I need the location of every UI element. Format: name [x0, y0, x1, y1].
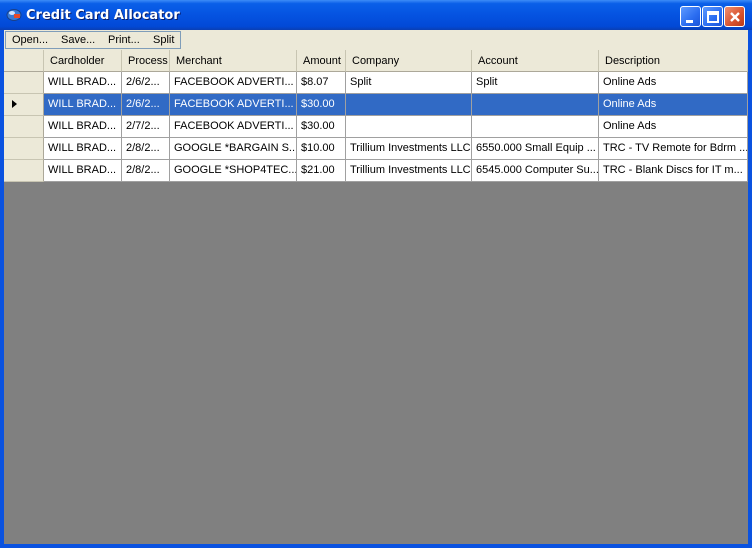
column-header-account[interactable]: Account [472, 50, 599, 72]
close-button[interactable] [724, 6, 745, 27]
menu-save[interactable]: Save... [61, 34, 95, 46]
cell-account[interactable] [472, 116, 599, 138]
grid-corner-header[interactable] [4, 50, 44, 72]
cell-company[interactable]: Split [346, 72, 472, 94]
column-header-amount[interactable]: Amount [297, 50, 346, 72]
cell-amount[interactable]: $30.00 [297, 116, 346, 138]
app-window: Credit Card Allocator Open... Save... Pr… [0, 0, 752, 548]
menu-split[interactable]: Split [153, 34, 174, 46]
cell-cardholder[interactable]: WILL BRAD... [44, 116, 122, 138]
cell-merchant[interactable]: GOOGLE *SHOP4TEC... [170, 160, 297, 182]
credit-card-app-icon [6, 9, 22, 21]
cell-amount[interactable]: $8.07 [297, 72, 346, 94]
column-header-cardholder[interactable]: Cardholder [44, 50, 122, 72]
cell-company[interactable]: Trillium Investments LLC [346, 138, 472, 160]
cell-description[interactable]: TRC - Blank Discs for IT m... [599, 160, 748, 182]
column-header-company[interactable]: Company [346, 50, 472, 72]
menu-group: Open... Save... Print... Split [5, 31, 181, 49]
cell-process[interactable]: 2/6/2... [122, 94, 170, 116]
cell-amount[interactable]: $30.00 [297, 94, 346, 116]
cell-process[interactable]: 2/8/2... [122, 138, 170, 160]
menu-bar: Open... Save... Print... Split [4, 30, 748, 50]
title-bar[interactable]: Credit Card Allocator [0, 0, 752, 30]
cell-description[interactable]: TRC - TV Remote for Bdrm ... [599, 138, 748, 160]
cell-account[interactable] [472, 94, 599, 116]
minimize-icon [686, 20, 693, 23]
minimize-button[interactable] [680, 6, 701, 27]
cell-description[interactable]: Online Ads [599, 72, 748, 94]
cell-merchant[interactable]: GOOGLE *BARGAIN S... [170, 138, 297, 160]
cell-description[interactable]: Online Ads [599, 116, 748, 138]
column-header-description[interactable]: Description [599, 50, 748, 72]
cell-merchant[interactable]: FACEBOOK ADVERTI... [170, 116, 297, 138]
cell-account[interactable]: 6550.000 Small Equip ... [472, 138, 599, 160]
grid-client-area: Cardholder Process Merchant Amount Compa… [4, 50, 748, 544]
cell-amount[interactable]: $21.00 [297, 160, 346, 182]
row-header[interactable] [4, 116, 44, 138]
cell-account[interactable]: Split [472, 72, 599, 94]
cell-merchant[interactable]: FACEBOOK ADVERTI... [170, 72, 297, 94]
maximize-button[interactable] [702, 6, 723, 27]
menu-open[interactable]: Open... [12, 34, 48, 46]
close-icon [730, 12, 740, 22]
current-row-arrow-icon [12, 100, 17, 108]
cell-process[interactable]: 2/8/2... [122, 160, 170, 182]
row-header[interactable] [4, 138, 44, 160]
cell-description[interactable]: Online Ads [599, 94, 748, 116]
maximize-icon [707, 11, 719, 23]
column-header-merchant[interactable]: Merchant [170, 50, 297, 72]
cell-company[interactable] [346, 116, 472, 138]
menu-print[interactable]: Print... [108, 34, 140, 46]
row-header[interactable] [4, 72, 44, 94]
cell-process[interactable]: 2/6/2... [122, 72, 170, 94]
cell-process[interactable]: 2/7/2... [122, 116, 170, 138]
cell-cardholder[interactable]: WILL BRAD... [44, 72, 122, 94]
column-header-process[interactable]: Process [122, 50, 170, 72]
cell-company[interactable] [346, 94, 472, 116]
cell-cardholder[interactable]: WILL BRAD... [44, 160, 122, 182]
cell-amount[interactable]: $10.00 [297, 138, 346, 160]
cell-cardholder[interactable]: WILL BRAD... [44, 138, 122, 160]
row-header[interactable] [4, 160, 44, 182]
cell-merchant[interactable]: FACEBOOK ADVERTI... [170, 94, 297, 116]
cell-company[interactable]: Trillium Investments LLC [346, 160, 472, 182]
window-title: Credit Card Allocator [26, 8, 180, 23]
cell-cardholder[interactable]: WILL BRAD... [44, 94, 122, 116]
row-header[interactable] [4, 94, 44, 116]
cell-account[interactable]: 6545.000 Computer Su... [472, 160, 599, 182]
